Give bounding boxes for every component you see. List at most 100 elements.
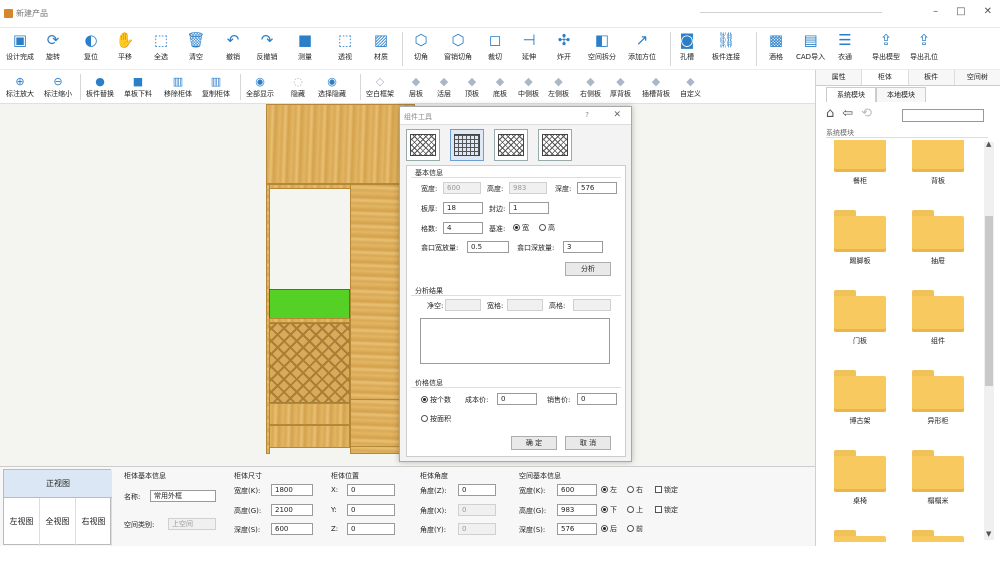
pos-z-field[interactable]: 0 — [347, 523, 395, 535]
tool-copy-button[interactable]: ▥ 复制柜体 — [202, 74, 230, 102]
cab-width-field[interactable]: 1800 — [271, 484, 313, 496]
ok-button[interactable]: 确 定 — [511, 436, 557, 450]
pattern-tab-diagonal-2[interactable] — [494, 129, 528, 161]
tool-extend-button[interactable]: ⊣ 延伸 — [518, 30, 540, 68]
tool-rail-button[interactable]: ☰ 衣通 — [834, 30, 856, 68]
module-folder[interactable]: 餐柜 — [834, 140, 886, 190]
left-view-button[interactable]: 左视图 — [4, 498, 40, 546]
scroll-down-icon[interactable]: ▼ — [986, 530, 991, 538]
dialog-close-button[interactable]: ✕ — [613, 110, 621, 120]
tool-board-button[interactable]: ■ 单板下料 — [124, 74, 152, 102]
tool-hole-button[interactable]: ◙ 孔槽 — [676, 30, 698, 68]
tool-perspective-button[interactable]: ⬚ 透视 — [334, 30, 356, 68]
tool-link-button[interactable]: ⛓ 板件连接 — [712, 30, 740, 68]
tool-right-side-button[interactable]: ◆ 右侧板 — [580, 74, 601, 102]
wine-rack-lattice[interactable] — [269, 323, 350, 403]
align-up-radio[interactable]: 上 — [627, 505, 643, 515]
module-folder[interactable]: 异形柜 — [912, 370, 964, 430]
tab-space-tree[interactable]: 空间树 — [954, 70, 1000, 85]
full-view-button[interactable]: 全视图 — [40, 498, 76, 546]
pattern-tab-diagonal-3[interactable] — [538, 129, 572, 161]
net-field[interactable] — [445, 299, 481, 311]
front-view-button[interactable]: 正视图 — [4, 470, 112, 498]
tool-eye-button[interactable]: ◉ 全部显示 — [246, 74, 274, 102]
grid-height-field[interactable] — [573, 299, 611, 311]
module-folder[interactable]: 踢脚板 — [834, 210, 886, 270]
help-button[interactable]: ? — [585, 111, 589, 119]
module-folder[interactable]: 背板 — [912, 140, 964, 190]
thickness-field[interactable]: 18 — [443, 202, 483, 214]
cab-depth-field[interactable]: 600 — [271, 523, 313, 535]
tool-split-button[interactable]: ◧ 空间拆分 — [588, 30, 616, 68]
tool-replace-button[interactable]: ● 板件替换 — [86, 74, 114, 102]
minimize-button[interactable]: – — [933, 6, 938, 17]
cabinet-top-panel[interactable] — [266, 104, 415, 184]
tab-properties[interactable]: 属性 — [816, 70, 863, 85]
edge-field[interactable]: 1 — [509, 202, 549, 214]
module-search-input[interactable] — [902, 109, 984, 122]
cabinet-lower-door[interactable] — [350, 399, 403, 447]
align-left-radio[interactable]: 左 — [601, 485, 617, 495]
tab-boards[interactable]: 板件 — [908, 70, 955, 85]
tool-export-model-button[interactable]: ⇪ 导出模型 — [872, 30, 900, 68]
tool-cad-button[interactable]: ▤ CAD导入 — [796, 30, 825, 68]
tab-local-modules[interactable]: 本地模块 — [876, 87, 926, 102]
align-down-radio[interactable]: 下 — [601, 505, 617, 515]
tool-custom-button[interactable]: ◆ 自定义 — [680, 74, 701, 102]
base-width-radio[interactable]: 宽 — [513, 223, 529, 233]
tool-zoom-out-button[interactable]: ⊖ 标注缩小 — [44, 74, 72, 102]
pattern-tab-grid[interactable] — [450, 129, 484, 161]
scroll-up-icon[interactable]: ▲ — [986, 140, 991, 148]
tool-remove-button[interactable]: ▥ 移除柜体 — [164, 74, 192, 102]
module-folder[interactable]: 抽屉 — [912, 210, 964, 270]
angle-x-field[interactable]: 0 — [458, 504, 496, 516]
by-area-radio[interactable]: 按面积 — [421, 414, 451, 424]
align-back-radio[interactable]: 后 — [601, 524, 617, 534]
home-icon[interactable]: ⌂ — [826, 106, 834, 121]
space-height-field[interactable]: 983 — [557, 504, 597, 516]
lock-height-checkbox[interactable]: 锁定 — [655, 505, 678, 515]
module-folder[interactable]: 桌椅 — [834, 450, 886, 510]
angle-z-field[interactable]: 0 — [458, 484, 496, 496]
tool-top-board-button[interactable]: ◆ 顶板 — [464, 74, 480, 102]
tool-measure-button[interactable]: ■ 测量 — [294, 30, 316, 68]
tab-system-modules[interactable]: 系统模块 — [826, 87, 876, 102]
back-icon[interactable]: ⇦ — [842, 106, 853, 121]
tool-slot-back-button[interactable]: ◆ 插槽背板 — [642, 74, 670, 102]
right-view-button[interactable]: 右视图 — [76, 498, 112, 546]
space-width-field[interactable]: 600 — [557, 484, 597, 496]
tool-rotate-button[interactable]: ⟳ 旋转 — [42, 30, 64, 68]
space-type-field[interactable]: 上空间 — [168, 518, 216, 530]
grid-width-field[interactable] — [507, 299, 543, 311]
scrollbar[interactable] — [984, 142, 994, 540]
cancel-button[interactable]: 取 消 — [565, 436, 611, 450]
width-field[interactable]: 600 — [443, 182, 481, 194]
lock-width-checkbox[interactable]: 锁定 — [655, 485, 678, 495]
cost-field[interactable]: 0 — [497, 393, 537, 405]
pattern-tab-diagonal[interactable] — [406, 129, 440, 161]
drawer-front[interactable] — [269, 425, 350, 448]
tool-reset-button[interactable]: ◐ 复位 — [80, 30, 102, 68]
gap-depth-field[interactable]: 3 — [563, 241, 603, 253]
cab-height-field[interactable]: 2100 — [271, 504, 313, 516]
tool-save-button[interactable]: ▣ 设计完成 — [6, 30, 34, 68]
tool-hand-button[interactable]: ✋ 平移 — [114, 30, 136, 68]
scrollbar-thumb[interactable] — [985, 216, 993, 386]
pos-x-field[interactable]: 0 — [347, 484, 395, 496]
module-folder[interactable]: 门板 — [834, 290, 886, 350]
refresh-icon[interactable]: ⟲ — [861, 106, 872, 121]
tool-trash-button[interactable]: 🗑 清空 — [185, 30, 207, 68]
tool-zoom-in-button[interactable]: ⊕ 标注放大 — [6, 74, 34, 102]
tool-left-side-button[interactable]: ◆ 左侧板 — [548, 74, 569, 102]
tool-pdf-button[interactable]: ⇪ 导出孔位 — [910, 30, 938, 68]
tab-cabinet[interactable]: 柜体 — [862, 70, 909, 85]
depth-field[interactable]: 576 — [577, 182, 617, 194]
tool-select-hide-button[interactable]: ◉ 选择隐藏 — [318, 74, 346, 102]
gap-width-field[interactable]: 0.5 — [467, 241, 509, 253]
align-right-radio[interactable]: 右 — [627, 485, 643, 495]
module-folder[interactable]: 组件 — [912, 290, 964, 350]
by-count-radio[interactable]: 按个数 — [421, 395, 451, 405]
module-folder[interactable] — [912, 530, 964, 542]
module-folder[interactable]: 榻榻米 — [912, 450, 964, 510]
count-field[interactable]: 4 — [443, 222, 483, 234]
